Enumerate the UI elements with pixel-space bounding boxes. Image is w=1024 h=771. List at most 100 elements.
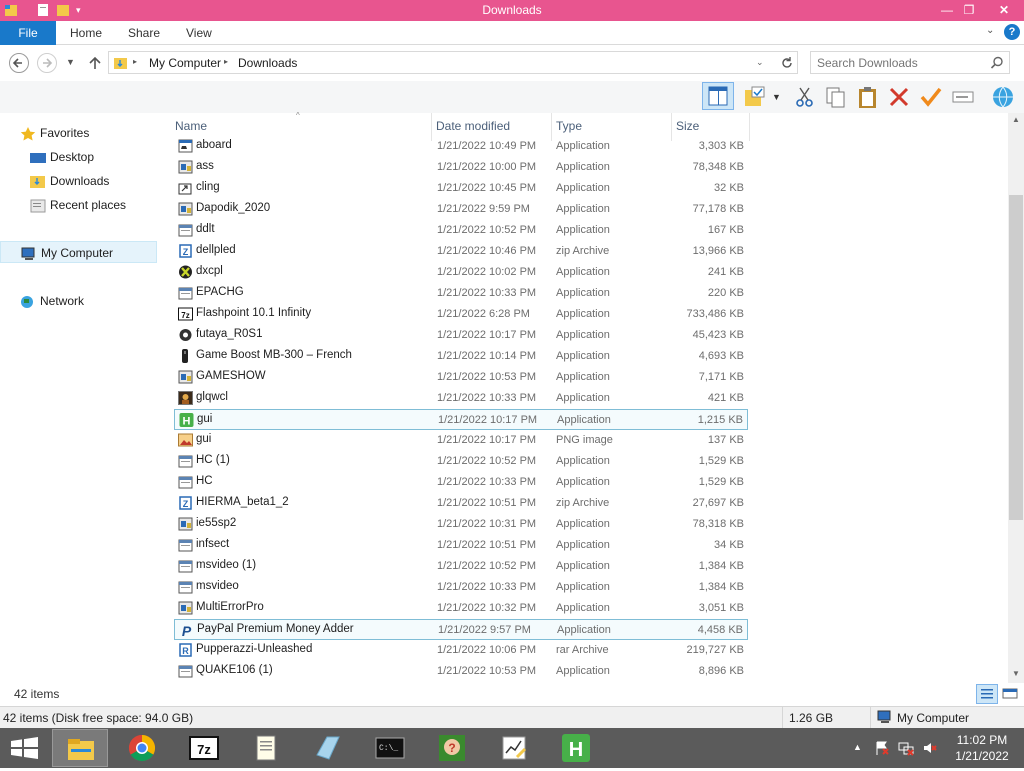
file-row[interactable]: HC 1/21/2022 10:33 PM Application 1,529 KB [174,472,748,493]
status-divider [870,707,871,729]
file-row[interactable]: glqwcl 1/21/2022 10:33 PM Application 421 K… [174,388,748,409]
column-header-size[interactable]: Size [676,119,699,133]
recent-locations-icon[interactable]: ▼ [66,57,76,67]
file-row[interactable]: HC (1) 1/21/2022 10:52 PM Application 1,529… [174,451,748,472]
properties-folder-icon[interactable] [742,84,768,110]
file-row[interactable]: dxcpl 1/21/2022 10:02 PM Application 241 KB [174,262,748,283]
taskbar-chart-editor[interactable] [486,729,542,767]
preview-pane-icon[interactable] [702,82,734,110]
help-icon[interactable]: ? [1004,24,1020,40]
file-row[interactable]: QUAKE106 (1) 1/21/2022 10:53 PM Applicatio… [174,661,748,682]
tab-view[interactable]: View [186,26,212,40]
file-row[interactable]: P PayPal Premium Money Adder 1/21/2022 9:5… [174,619,748,640]
breadcrumb-my-computer[interactable]: My Computer [149,56,221,70]
nav-item-network[interactable]: Network [0,290,150,312]
file-name: Flashpoint 10.1 Infinity [196,307,312,319]
paste-icon[interactable] [855,84,881,110]
file-row[interactable]: Zdellpled 1/21/2022 10:46 PM zip Archive 13… [174,241,748,262]
file-row[interactable]: GAMESHOW 1/21/2022 10:53 PM Application 7,1… [174,367,748,388]
file-type: PNG image [556,434,613,446]
up-arrow-icon[interactable] [86,54,104,72]
file-row[interactable]: EPACHG 1/21/2022 10:33 PM Application 220 K… [174,283,748,304]
address-bar[interactable]: ▸ My Computer ▸ Downloads ⌄ [108,51,798,74]
taskbar-chrome[interactable] [114,729,170,767]
action-center-icon[interactable] [874,740,890,756]
search-box[interactable] [810,51,1010,74]
file-row[interactable]: gui 1/21/2022 10:17 PM PNG image 137 KB [174,430,748,451]
file-row[interactable]: R Pupperazzi-Unleashed 1/21/2022 10:06 PM r… [174,640,748,661]
start-button[interactable] [0,728,48,768]
globe-icon[interactable] [990,84,1016,110]
column-header-type[interactable]: Type [556,119,582,133]
tab-file[interactable]: File [0,21,56,45]
file-row[interactable]: Dapodik_2020 1/21/2022 9:59 PM Application… [174,199,748,220]
taskbar-file-explorer[interactable] [52,729,108,767]
nav-item-downloads[interactable]: Downloads [0,170,150,192]
file-row[interactable]: aboard 1/21/2022 10:49 PM Application 3,303… [174,136,748,157]
scroll-up-arrow-icon[interactable]: ▲ [1012,115,1020,124]
taskbar-clock[interactable]: 11:02 PM 1/21/2022 [944,732,1020,764]
file-explorer-icon [66,734,96,764]
status-size: 1.26 GB [789,711,834,725]
forward-button[interactable] [37,53,57,73]
copy-icon[interactable] [823,84,849,110]
taskbar-cmd[interactable]: C:\_ [362,729,418,767]
paypal-icon: P [179,623,194,639]
installer-icon [178,160,193,174]
file-row[interactable]: ie55sp2 1/21/2022 10:31 PM Application 78,3… [174,514,748,535]
taskbar-glass-app[interactable] [300,729,356,767]
nav-item-my-computer[interactable]: My Computer [0,241,157,263]
file-row[interactable]: Z HIERMA_beta1_2 1/21/2022 10:51 PM zip Arc… [174,493,748,514]
refresh-icon[interactable] [777,53,797,73]
file-row[interactable]: ass 1/21/2022 10:00 PM Application 78,348 K… [174,157,748,178]
file-row[interactable]: Game Boost MB-300 – French 1/21/2022 10:1… [174,346,748,367]
tab-home[interactable]: Home [70,26,102,40]
rename-icon[interactable] [950,84,976,110]
file-row[interactable]: infsect 1/21/2022 10:51 PM Application 34 K… [174,535,748,556]
search-icon[interactable] [989,55,1005,71]
taskbar-puzzle-app[interactable]: ? [424,729,480,767]
file-row[interactable]: 7z Flashpoint 10.1 Infinity 1/21/2022 6:28… [174,304,748,325]
nav-item-recent-places[interactable]: Recent places [0,194,150,216]
file-type: Application [556,161,610,173]
network-status-icon[interactable] [898,740,914,756]
restore-button[interactable]: ❐ [956,0,982,20]
column-header-name[interactable]: Name [175,119,207,133]
breadcrumb-downloads[interactable]: Downloads [238,56,297,70]
back-button[interactable] [9,53,29,73]
show-hidden-icons-icon[interactable]: ▲ [853,742,862,752]
vertical-scrollbar[interactable]: ▲ ▼ [1008,113,1024,683]
details-view-icon[interactable] [976,684,998,704]
file-row[interactable]: futaya_R0S1 1/21/2022 10:17 PM Application… [174,325,748,346]
svg-text:7z: 7z [197,742,211,757]
nav-favorites[interactable]: Favorites [0,122,150,144]
column-header-date[interactable]: Date modified [436,119,510,133]
window-icon [178,286,193,300]
expand-ribbon-icon[interactable]: ⌄ [986,25,998,41]
file-row[interactable]: msvideo (1) 1/21/2022 10:52 PM Application… [174,556,748,577]
taskbar-h-app[interactable]: H [548,729,604,767]
volume-muted-icon[interactable] [922,740,938,756]
options-dropdown-icon[interactable]: ▼ [772,84,784,110]
file-row[interactable]: Hgui 1/21/2022 10:17 PM Application 1,215 K… [174,409,748,430]
taskbar-7zip[interactable]: 7z [176,729,232,767]
svg-text:Z: Z [183,247,189,257]
tab-share[interactable]: Share [128,26,160,40]
delete-icon[interactable] [886,84,912,110]
column-divider[interactable] [749,113,750,141]
nav-item-desktop[interactable]: Desktop [0,146,150,168]
file-row[interactable]: msvideo 1/21/2022 10:33 PM Application 1,38… [174,577,748,598]
file-name: glqwcl [196,391,228,403]
file-row[interactable]: MultiErrorPro 1/21/2022 10:32 PM Applicati… [174,598,748,619]
close-button[interactable]: ✕ [984,0,1024,20]
cut-icon[interactable] [792,84,818,110]
search-input[interactable] [817,54,987,71]
file-row[interactable]: ddlt 1/21/2022 10:52 PM Application 167 KB [174,220,748,241]
scrollbar-thumb[interactable] [1009,195,1023,520]
taskbar-notepad[interactable] [238,729,294,767]
checkmark-icon[interactable] [918,84,944,110]
scroll-down-arrow-icon[interactable]: ▼ [1012,669,1020,678]
large-icons-view-icon[interactable] [1001,685,1019,703]
file-row[interactable]: cling 1/21/2022 10:45 PM Application 32 KB [174,178,748,199]
address-dropdown-icon[interactable]: ⌄ [756,57,764,68]
